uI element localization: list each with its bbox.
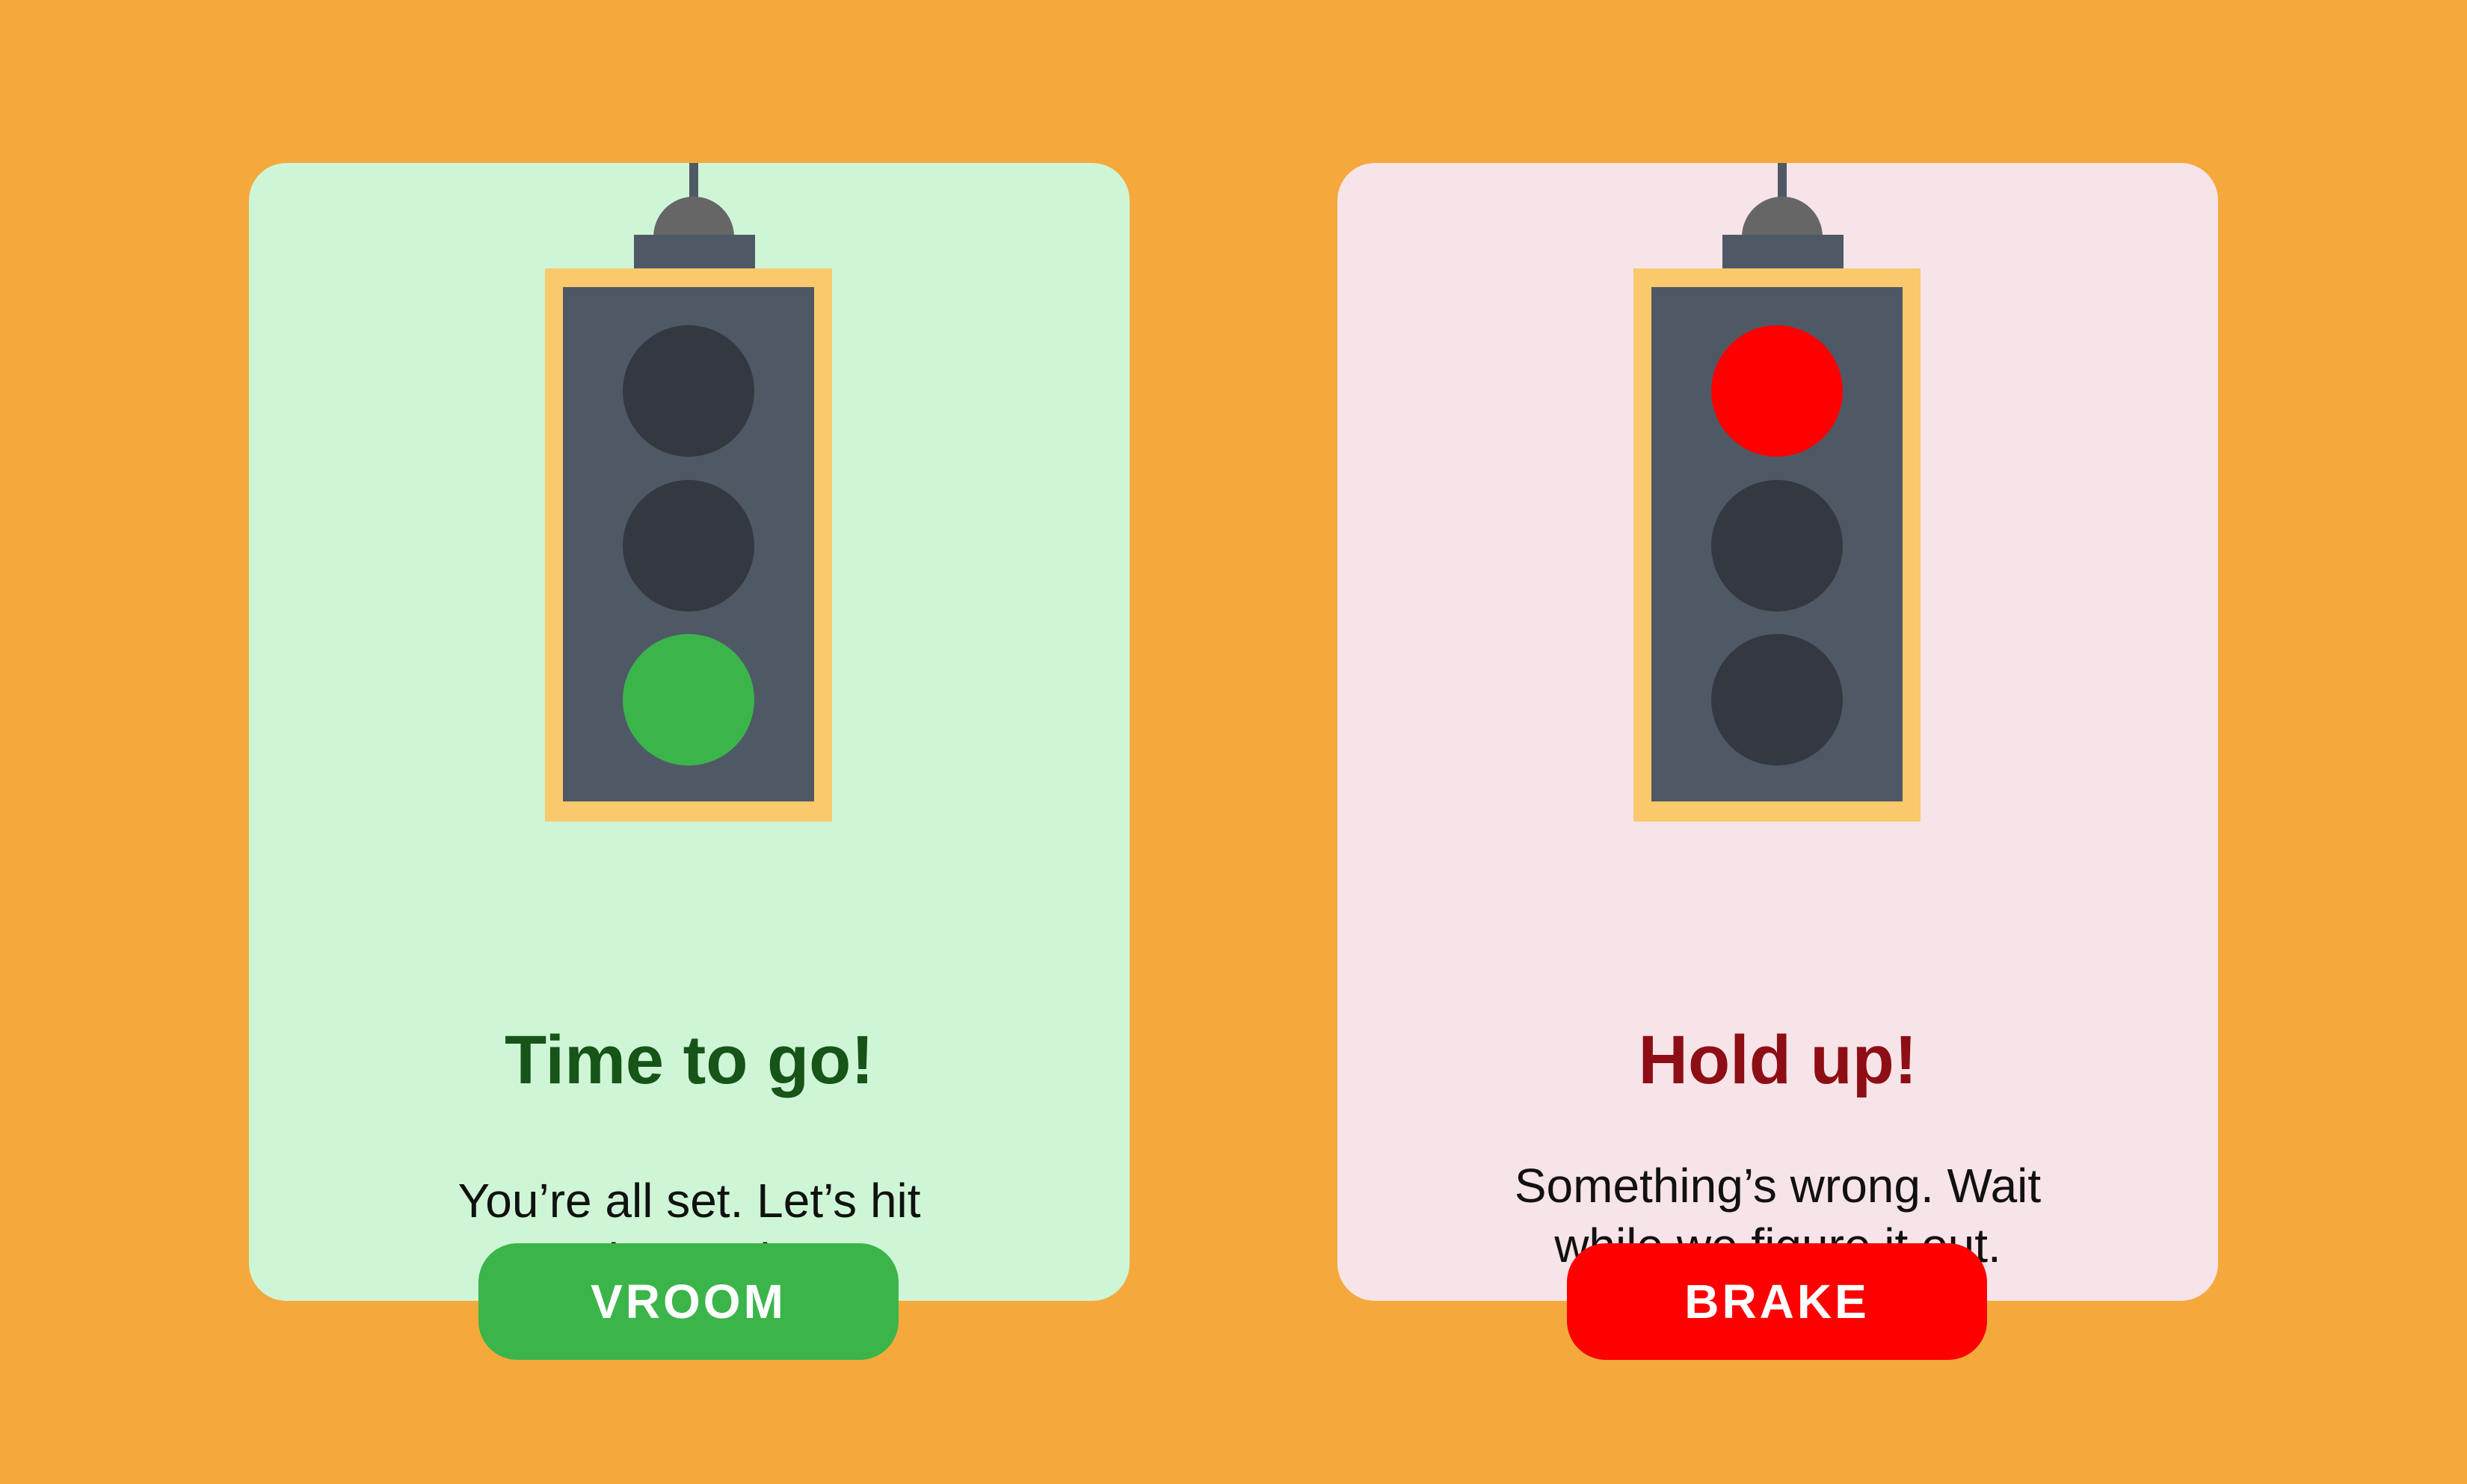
signal-mount (634, 235, 755, 268)
brake-button[interactable]: BRAKE (1567, 1243, 1987, 1360)
signal-lamp-green (1711, 634, 1843, 766)
signal-lamp-red (623, 325, 754, 457)
signal-mount (1722, 235, 1844, 268)
signal-cap (1742, 197, 1823, 237)
signal-cap (653, 197, 734, 237)
signal-lamp-red (1711, 325, 1843, 457)
go-title: Time to go! (504, 1022, 875, 1098)
go-status-card: Time to go! You’re all set. Let’s hit th… (249, 163, 1130, 1301)
traffic-light-icon (1633, 163, 1921, 822)
vroom-button[interactable]: VROOM (478, 1243, 899, 1360)
signal-lamp-amber (1711, 480, 1843, 612)
stop-title: Hold up! (1638, 1022, 1918, 1098)
signal-pole (1778, 163, 1787, 200)
signal-lamp-green (623, 634, 754, 766)
signal-lamp-amber (623, 480, 754, 612)
traffic-light-icon (545, 163, 832, 822)
signal-pole (689, 163, 698, 200)
stop-status-card: Hold up! Something’s wrong. Wait while w… (1337, 163, 2218, 1301)
